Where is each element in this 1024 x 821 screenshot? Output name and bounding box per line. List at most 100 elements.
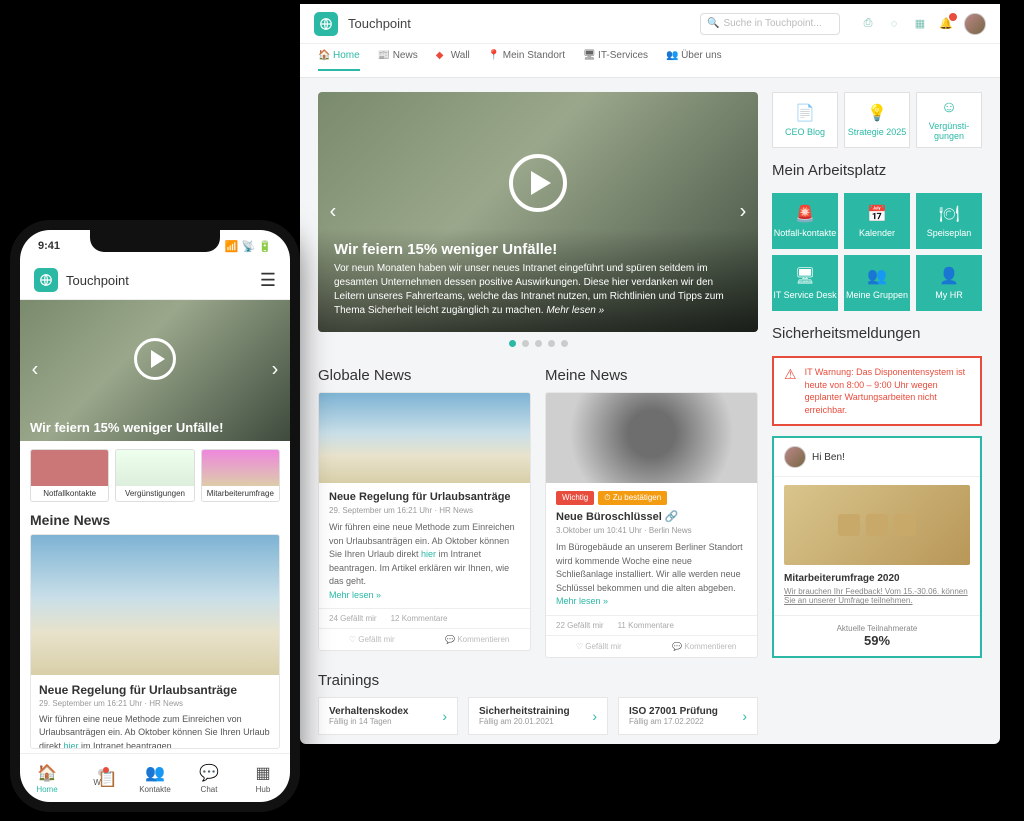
tab-wall[interactable]: 📋Wall: [74, 754, 128, 802]
monitor-icon: 🖥: [795, 266, 815, 286]
user-avatar[interactable]: [964, 13, 986, 35]
tile-gruppen[interactable]: 👥Meine Gruppen: [844, 255, 910, 311]
card-stats: 22 Gefällt mir11 Kommentare: [546, 615, 757, 635]
tab-home[interactable]: 🏠Home: [20, 754, 74, 802]
phone-tile[interactable]: Mitarbeiterumfrage: [201, 449, 280, 502]
bell-icon[interactable]: 🔔: [938, 16, 954, 32]
pin-icon: 📍: [488, 50, 499, 61]
tag-bestaetigen: ⏱ Zu bestätigen: [598, 491, 667, 505]
alert-box[interactable]: ⚠ IT Warnung: Das Disponentensystem ist …: [772, 356, 982, 426]
card-meta: 29. September um 16:21 Uhr · HR News: [329, 506, 520, 515]
tab-hub[interactable]: ▦Hub: [236, 754, 290, 802]
hero-title: Wir feiern 15% weniger Unfälle!: [334, 241, 742, 258]
phone-hero[interactable]: ‹ › Wir feiern 15% weniger Unfälle!: [20, 300, 290, 441]
training-card[interactable]: VerhaltenskodexFällig in 14 Tagen›: [318, 697, 458, 735]
greeting: Hi Ben!: [812, 452, 845, 463]
status-time: 9:41: [38, 240, 60, 252]
card-body: Wir führen eine neue Methode zum Einreic…: [329, 521, 520, 602]
search-icon: 🔍: [707, 18, 719, 29]
more-link[interactable]: Mehr lesen »: [556, 596, 608, 606]
warning-icon: ⚠: [784, 366, 797, 383]
chevron-right-icon: ›: [442, 708, 447, 724]
play-icon[interactable]: [509, 154, 567, 212]
calendar-icon: 📅: [867, 204, 887, 224]
tile-itservice[interactable]: 🖥IT Service Desk: [772, 255, 838, 311]
meter-value: 59%: [784, 633, 970, 648]
nav-news[interactable]: 📰News: [378, 50, 418, 71]
meter-label: Aktuelle Teilnahmerate: [784, 624, 970, 633]
search-input[interactable]: 🔍 Suche in Touchpoint...: [700, 13, 840, 35]
hero-carousel[interactable]: ‹ › Wir feiern 15% weniger Unfälle! Vor …: [318, 92, 758, 332]
document-icon: 📄: [795, 103, 815, 123]
tile-kalender[interactable]: 📅Kalender: [844, 193, 910, 249]
card-image: [319, 393, 530, 483]
here-link[interactable]: hier: [421, 549, 436, 559]
carousel-prev[interactable]: ‹: [24, 359, 46, 382]
section-trainings: Trainings: [318, 672, 758, 689]
tab-chat[interactable]: 💬Chat: [182, 754, 236, 802]
user-avatar: [784, 446, 806, 468]
menu-icon[interactable]: ☰: [260, 270, 276, 291]
search-placeholder: Suche in Touchpoint...: [723, 18, 821, 29]
people-icon: 👥: [666, 50, 677, 61]
globe-icon[interactable]: ◌: [886, 16, 902, 32]
alert-text: IT Warnung: Das Disponentensystem ist he…: [805, 366, 970, 416]
card-title: Neue Büroschlüssel 🔗: [556, 510, 747, 523]
nav-itservices[interactable]: 🖥IT-Services: [583, 50, 648, 71]
here-link[interactable]: hier: [64, 741, 79, 749]
survey-sub: Wir brauchen Ihr Feedback! Vom 15.-30.06…: [784, 587, 970, 605]
survey-panel[interactable]: Hi Ben! Mitarbeiterumfrage 2020 Wir brau…: [772, 436, 982, 658]
app-logo-icon: [314, 12, 338, 36]
phone-tile[interactable]: Vergünstigungen: [115, 449, 194, 502]
contacts-icon: 👥: [145, 763, 165, 783]
quicklink-verguenstigungen[interactable]: ☺Vergünsti-gungen: [916, 92, 982, 148]
comment-button[interactable]: 💬 Kommentieren: [425, 629, 531, 650]
training-card[interactable]: SicherheitstrainingFällig am 20.01.2021›: [468, 697, 608, 735]
tile-myhr[interactable]: 👤My HR: [916, 255, 982, 311]
main-nav: 🏠Home 📰News ◆Wall 📍Mein Standort 🖥IT-Ser…: [300, 44, 1000, 78]
hub-icon: ▦: [255, 763, 270, 783]
desktop-window: Touchpoint 🔍 Suche in Touchpoint... ⎙ ◌ …: [300, 4, 1000, 744]
tile-speiseplan[interactable]: 🍽Speiseplan: [916, 193, 982, 249]
training-card[interactable]: ISO 27001 PrüfungFällig am 17.02.2022›: [618, 697, 758, 735]
tab-kontakte[interactable]: 👥Kontakte: [128, 754, 182, 802]
meine-news-card[interactable]: Wichtig ⏱ Zu bestätigen Neue Büroschlüss…: [545, 392, 758, 658]
card-image: [546, 393, 757, 483]
play-icon[interactable]: [134, 338, 176, 380]
apps-icon[interactable]: ▦: [912, 16, 928, 32]
card-meta: 3.Oktober um 10:41 Uhr · Berlin News: [556, 526, 747, 535]
carousel-prev[interactable]: ‹: [322, 201, 344, 224]
carousel-dots[interactable]: [318, 340, 758, 347]
wall-icon: ◆: [436, 50, 447, 61]
phone-news-card[interactable]: Neue Regelung für Urlaubsanträge 29. Sep…: [30, 534, 280, 749]
phone-tabbar: 🏠Home 📋Wall 👥Kontakte 💬Chat ▦Hub: [20, 753, 290, 802]
print-icon[interactable]: ⎙: [860, 16, 876, 32]
nav-wall[interactable]: ◆Wall: [436, 50, 470, 71]
phone-tile[interactable]: Notfallkontakte: [30, 449, 109, 502]
alert-icon: 🚨: [795, 204, 815, 224]
more-link[interactable]: Mehr lesen »: [329, 590, 381, 600]
quicklink-ceo-blog[interactable]: 📄CEO Blog: [772, 92, 838, 148]
smile-icon: ☺: [941, 99, 957, 117]
comment-button[interactable]: 💬 Kommentieren: [652, 636, 758, 657]
nav-standort[interactable]: 📍Mein Standort: [488, 50, 565, 71]
survey-image: [784, 485, 970, 565]
section-global-news: Globale News: [318, 367, 531, 384]
global-news-card[interactable]: Neue Regelung für Urlaubsanträge 29. Sep…: [318, 392, 531, 651]
like-button[interactable]: ♡ Gefällt mir: [546, 636, 652, 657]
quicklink-strategie[interactable]: 💡Strategie 2025: [844, 92, 910, 148]
survey-title: Mitarbeiterumfrage 2020: [784, 573, 970, 584]
phone-hero-caption: Wir feiern 15% weniger Unfälle!: [30, 420, 280, 435]
nav-home[interactable]: 🏠Home: [318, 50, 360, 71]
card-meta: 29. September um 16:21 Uhr · HR News: [39, 699, 271, 708]
like-button[interactable]: ♡ Gefällt mir: [319, 629, 425, 650]
carousel-next[interactable]: ›: [732, 201, 754, 224]
tile-notfallkontakte[interactable]: 🚨Notfall-kontakte: [772, 193, 838, 249]
card-title: Neue Regelung für Urlaubsanträge: [39, 683, 271, 697]
heading-arbeitsplatz: Mein Arbeitsplatz: [772, 162, 982, 179]
section-meine-news: Meine News: [545, 367, 758, 384]
phone-frame: 9:41 📶 📡 🔋 Touchpoint ☰ ‹ › Wir feiern 1…: [10, 220, 300, 812]
nav-ueberuns[interactable]: 👥Über uns: [666, 50, 722, 71]
app-title: Touchpoint: [348, 16, 411, 31]
carousel-next[interactable]: ›: [264, 359, 286, 382]
